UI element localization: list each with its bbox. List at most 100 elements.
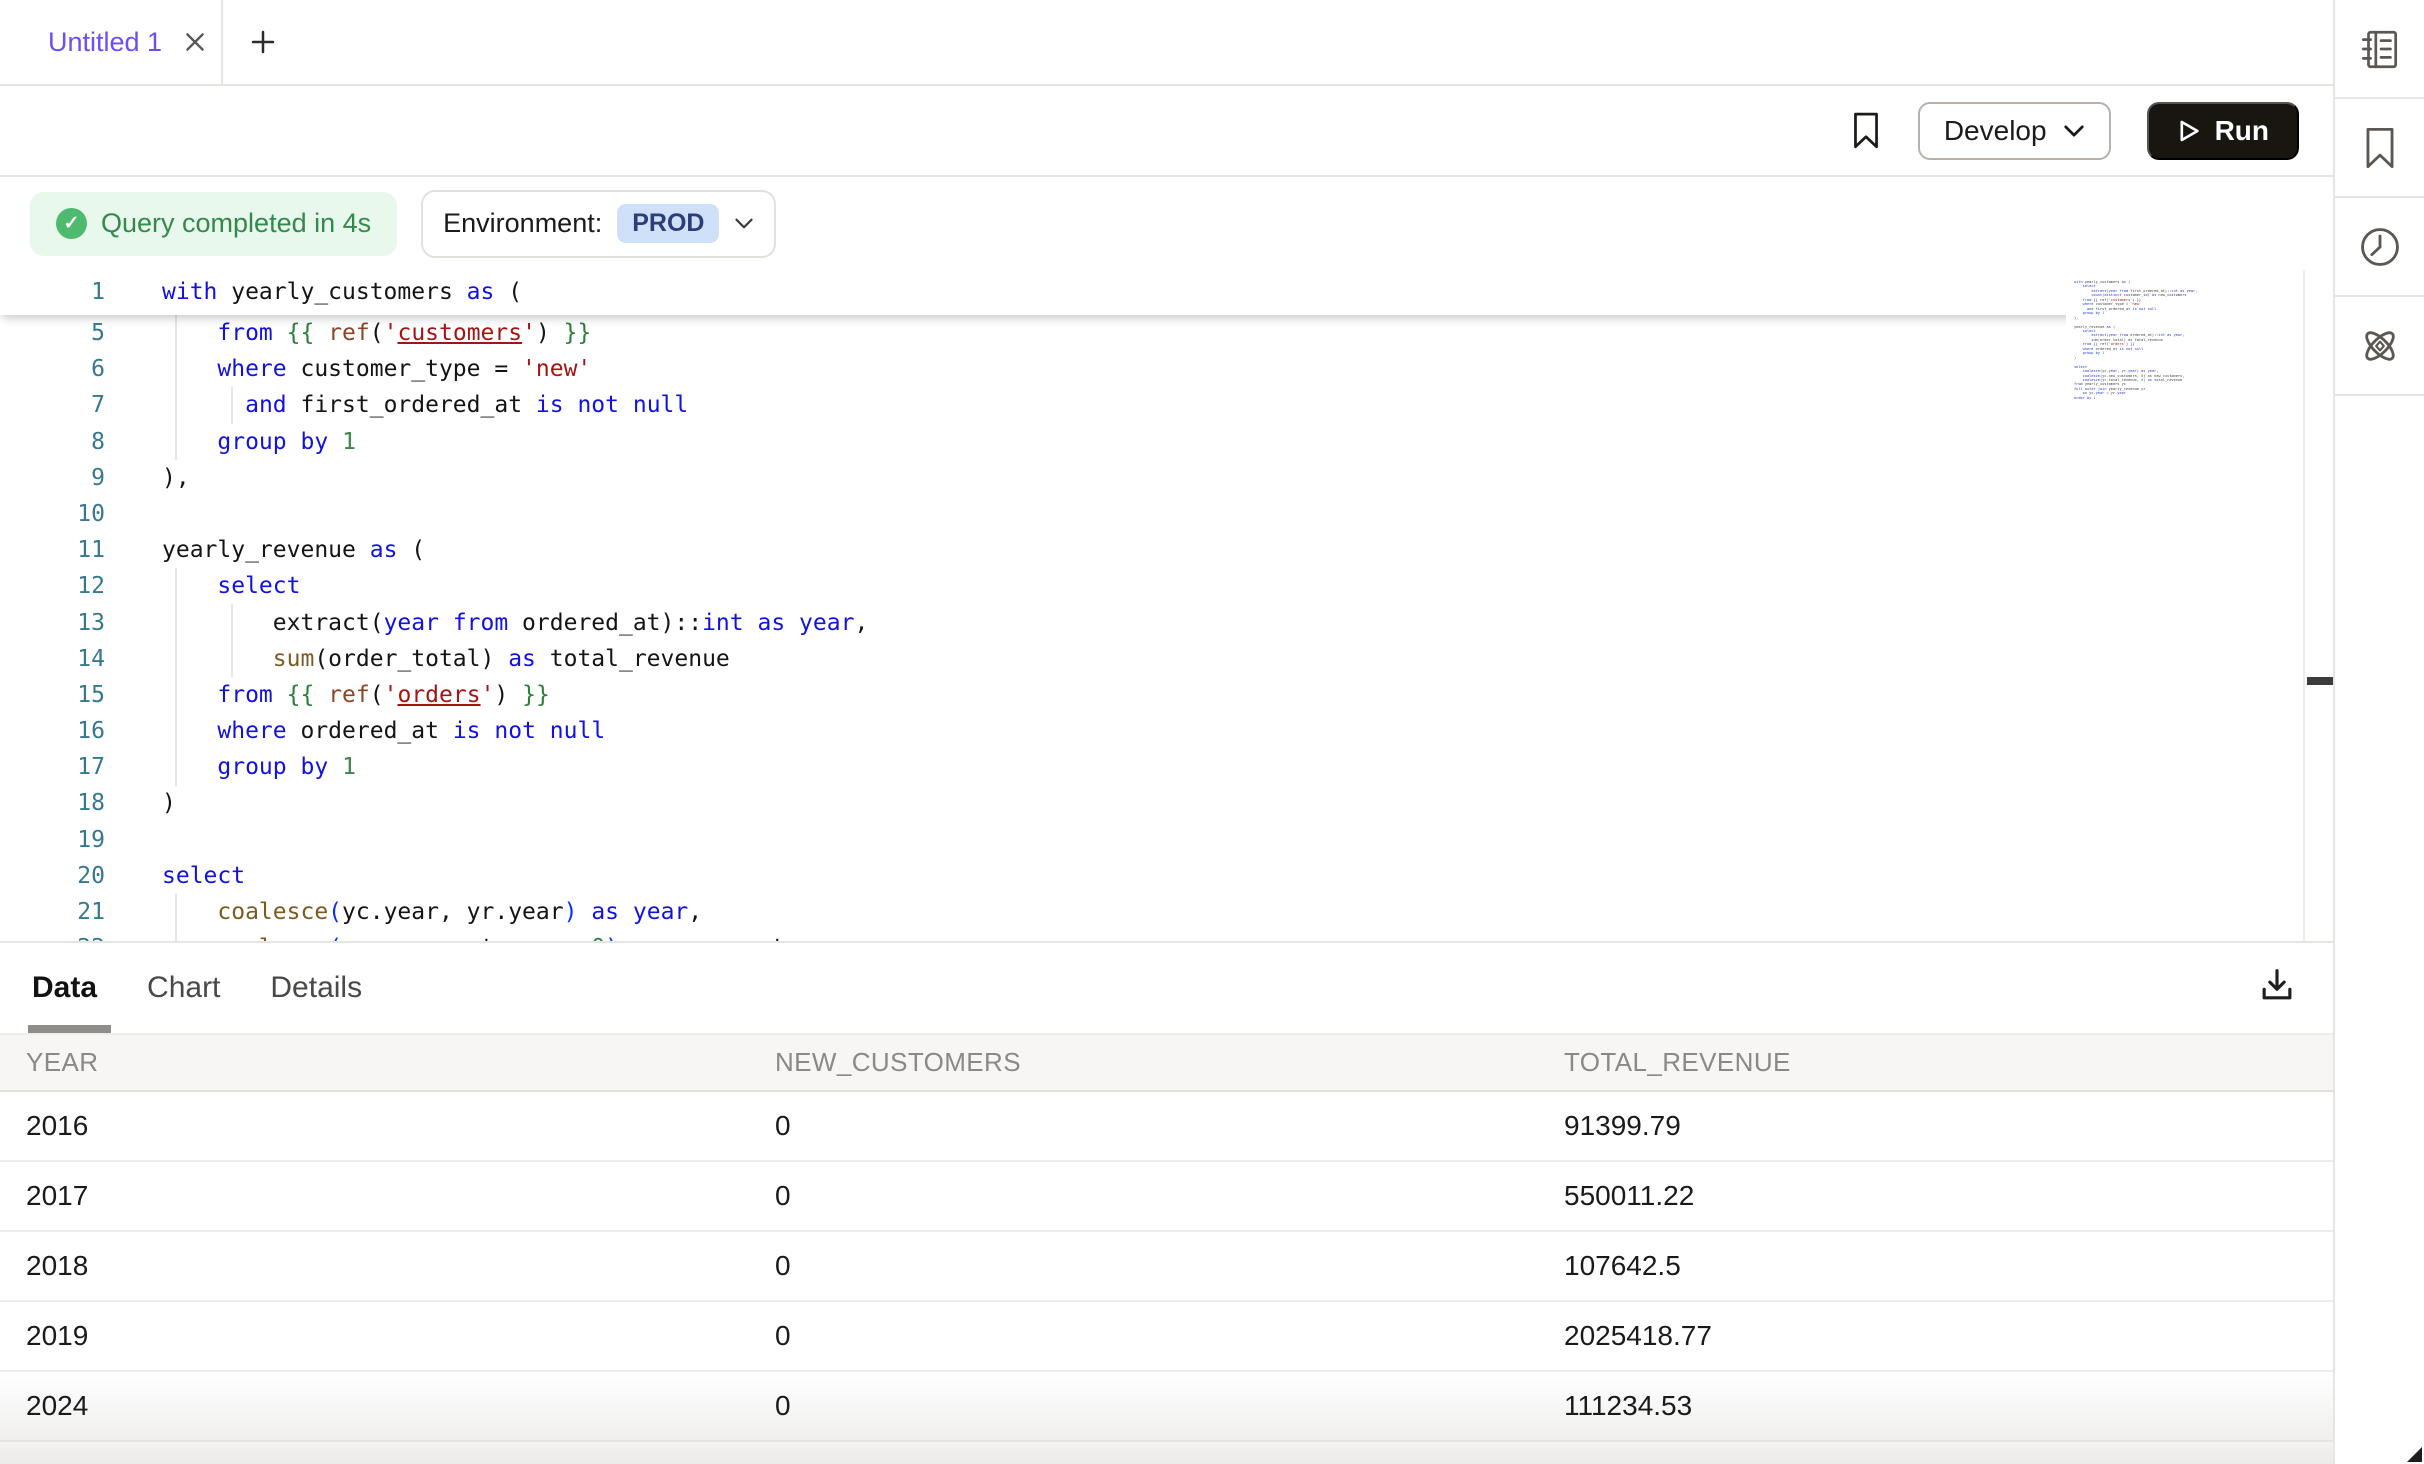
line-number: 12 [0,568,105,604]
scrollbar-thumb[interactable] [2307,677,2333,685]
table-row[interactable]: 20180107642.5 [0,1232,2333,1302]
table-row[interactable]: 20240111234.53 [0,1372,2333,1442]
tab-details-label: Details [270,971,362,1005]
table-row[interactable]: 20170550011.22 [0,1162,2333,1232]
table-cell: 0 [775,1250,1564,1282]
line-number: 16 [0,713,105,749]
code-line[interactable]: 20select [0,858,2333,894]
query-status-text: Query completed in 4s [101,208,371,239]
code-line[interactable]: 9), [0,460,2333,496]
history-icon [2356,223,2404,271]
code-line[interactable]: 22 coalesce(yc.new_customers, 0) as new_… [0,930,2333,941]
code-lines[interactable]: 5 from {{ ref('customers') }}6 where cus… [0,315,2333,941]
environment-label: Environment: [443,208,602,239]
line-number: 1 [0,270,105,315]
editor-minimap[interactable]: with yearly_customers as ( select extrac… [2066,270,2303,941]
code-line[interactable]: 8 group by 1 [0,424,2333,460]
line-number: 11 [0,532,105,568]
table-cell: 0 [775,1110,1564,1142]
editor-scrollbar[interactable] [2303,270,2333,941]
indent-guide [175,894,177,941]
code-line[interactable]: 7 and first_ordered_at is not null [0,387,2333,423]
tab-title: Untitled 1 [48,27,162,58]
plus-icon [248,27,278,57]
code-line[interactable]: 10 [0,496,2333,532]
table-cell: 2025418.77 [1564,1320,2333,1352]
history-panel-button[interactable] [2335,198,2424,297]
column-header: YEAR [0,1047,775,1078]
code-line[interactable]: 6 where customer_type = 'new' [0,351,2333,387]
code-line[interactable]: 16 where ordered_at is not null [0,713,2333,749]
code-line[interactable]: 18) [0,785,2333,821]
table-row[interactable]: 201902025418.77 [0,1302,2333,1372]
notebook-panel-button[interactable] [2335,0,2424,99]
environment-selector[interactable]: Environment: PROD [421,190,776,258]
column-header: TOTAL_REVENUE [1564,1047,2333,1078]
code-line[interactable]: 5 from {{ ref('customers') }} [0,315,2333,351]
table-cell: 2016 [0,1110,775,1142]
line-number: 19 [0,822,105,858]
line-number: 21 [0,894,105,930]
status-row: ✓ Query completed in 4s Environment: PRO… [0,177,2333,270]
code-line[interactable]: 11yearly_revenue as ( [0,532,2333,568]
table-body: 2016091399.7920170550011.2220180107642.5… [0,1092,2333,1442]
tab-chart-label: Chart [147,971,220,1005]
horizontal-scrollbar-track[interactable] [0,1442,2333,1464]
new-tab-button[interactable] [223,0,303,84]
table-cell: 107642.5 [1564,1250,2333,1282]
code-line[interactable]: 12 select [0,568,2333,604]
develop-label: Develop [1944,115,2047,147]
indent-guide [231,604,233,677]
environment-badge: PROD [617,204,719,243]
table-cell: 0 [775,1390,1564,1422]
line-number: 15 [0,677,105,713]
line-number: 14 [0,641,105,677]
line-number: 17 [0,749,105,785]
toolbar: Develop Run [0,86,2333,177]
code-line[interactable]: 15 from {{ ref('orders') }} [0,677,2333,713]
run-label: Run [2215,115,2269,147]
download-results-button[interactable] [2257,965,2297,1010]
bookmarks-panel-button[interactable] [2335,99,2424,198]
code-line[interactable]: 17 group by 1 [0,749,2333,785]
table-cell: 2017 [0,1180,775,1212]
develop-button[interactable]: Develop [1918,102,2111,160]
bookmark-icon [1850,111,1882,151]
line-number: 6 [0,351,105,387]
tab-data-label: Data [32,971,97,1005]
resize-handle[interactable] [2407,1447,2422,1462]
close-icon[interactable] [182,29,208,55]
tab-data[interactable]: Data [32,943,97,1033]
chevron-down-icon [734,217,754,230]
line-number: 10 [0,496,105,532]
line-number: 22 [0,930,105,941]
play-icon [2177,119,2201,143]
table-cell: 550011.22 [1564,1180,2333,1212]
tab-details[interactable]: Details [270,943,362,1033]
indent-guide [231,387,233,424]
code-line[interactable]: 13 extract(year from ordered_at)::int as… [0,605,2333,641]
tab-untitled-1[interactable]: Untitled 1 [0,0,223,84]
line-number: 20 [0,858,105,894]
check-icon: ✓ [56,208,87,239]
results-tab-bar: Data Chart Details [0,943,2333,1035]
table-cell: 2024 [0,1390,775,1422]
right-icon-sidebar [2333,0,2424,1464]
indent-guide [175,315,177,460]
notebook-icon [2357,26,2403,72]
sticky-scroll-line[interactable]: 1with yearly_customers as ( [0,270,2333,315]
extension-panel-button[interactable] [2335,297,2424,396]
code-line[interactable]: 19 [0,822,2333,858]
run-button[interactable]: Run [2147,102,2299,160]
code-line[interactable]: 21 coalesce(yc.year, yr.year) as year, [0,894,2333,930]
editor-tab-bar: Untitled 1 [0,0,2333,86]
line-number: 5 [0,315,105,351]
table-row[interactable]: 2016091399.79 [0,1092,2333,1162]
sql-editor[interactable]: 5 from {{ ref('customers') }}6 where cus… [0,270,2333,941]
bookmark-button[interactable] [1850,111,1882,151]
tab-chart[interactable]: Chart [147,943,220,1033]
bookmark-icon [2359,125,2401,171]
table-cell: 2019 [0,1320,775,1352]
table-cell: 91399.79 [1564,1110,2333,1142]
code-line[interactable]: 14 sum(order_total) as total_revenue [0,641,2333,677]
